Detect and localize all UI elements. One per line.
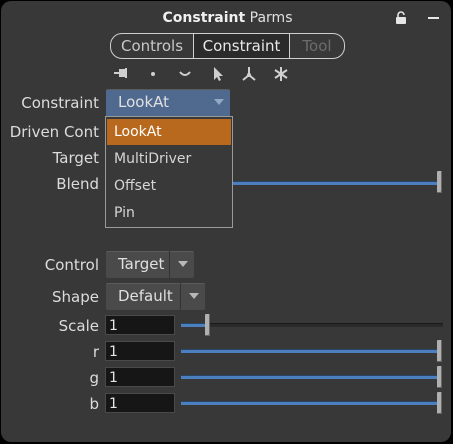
control-menu[interactable]: Target <box>106 251 194 278</box>
option-offset[interactable]: Offset <box>107 173 231 199</box>
pin-tool-icon[interactable] <box>111 65 131 83</box>
scale-slider-track[interactable] <box>207 323 443 327</box>
g-slider-track[interactable] <box>181 375 438 379</box>
driven-control-label: Driven Cont <box>9 123 99 141</box>
tab-tool[interactable]: Tool <box>290 34 344 58</box>
r-field[interactable]: 1 <box>105 341 175 361</box>
b-slider-handle[interactable] <box>437 392 442 414</box>
r-slider-handle[interactable] <box>437 340 442 362</box>
tab-controls[interactable]: Controls <box>111 34 194 58</box>
g-slider-handle[interactable] <box>437 366 442 388</box>
curve-icon[interactable] <box>175 65 195 83</box>
constraint-menu[interactable]: LookAt <box>106 89 230 117</box>
shape-label: Shape <box>52 288 99 306</box>
option-pin[interactable]: Pin <box>107 200 231 226</box>
shape-value: Default <box>118 287 173 305</box>
constraint-dropdown-list: LookAt MultiDriver Offset Pin <box>105 116 233 228</box>
transform-handle-icon[interactable] <box>239 65 259 83</box>
option-lookat[interactable]: LookAt <box>107 119 231 145</box>
b-field[interactable]: 1 <box>105 393 175 413</box>
chevron-down-icon <box>169 251 194 278</box>
r-label: r <box>92 343 99 361</box>
point-icon[interactable] <box>143 65 163 83</box>
blend-slider-track[interactable] <box>233 181 438 185</box>
target-label: Target <box>52 149 99 167</box>
g-label: g <box>89 369 99 387</box>
control-value: Target <box>118 255 165 273</box>
select-arrow-icon[interactable] <box>207 65 227 83</box>
chevron-down-icon <box>206 89 230 117</box>
control-label: Control <box>44 256 99 274</box>
scale-slider-handle[interactable] <box>205 314 210 336</box>
shape-menu[interactable]: Default <box>106 283 205 310</box>
panel-title: Constraint Parms <box>162 10 293 26</box>
asterisk-icon[interactable] <box>271 65 291 83</box>
b-label: b <box>89 395 99 413</box>
constraint-parms-panel: Constraint Parms Controls Constraint Too… <box>1 1 451 442</box>
option-multidriver[interactable]: MultiDriver <box>107 146 231 172</box>
chevron-down-icon <box>180 283 205 310</box>
tab-constraint[interactable]: Constraint <box>194 34 290 58</box>
scale-label: Scale <box>58 317 99 335</box>
scale-slider-fill <box>181 323 207 327</box>
blend-label: Blend <box>56 175 99 193</box>
blend-slider-handle[interactable] <box>437 171 442 193</box>
scale-field[interactable]: 1 <box>105 315 175 335</box>
r-slider-track[interactable] <box>181 349 438 353</box>
constraint-value: LookAt <box>118 93 170 111</box>
minimize-icon[interactable] <box>428 17 439 19</box>
g-field[interactable]: 1 <box>105 367 175 387</box>
lock-icon[interactable] <box>395 10 409 24</box>
constraint-label: Constraint <box>21 94 99 112</box>
b-slider-track[interactable] <box>181 401 438 405</box>
tab-bar: Controls Constraint Tool <box>110 33 345 59</box>
